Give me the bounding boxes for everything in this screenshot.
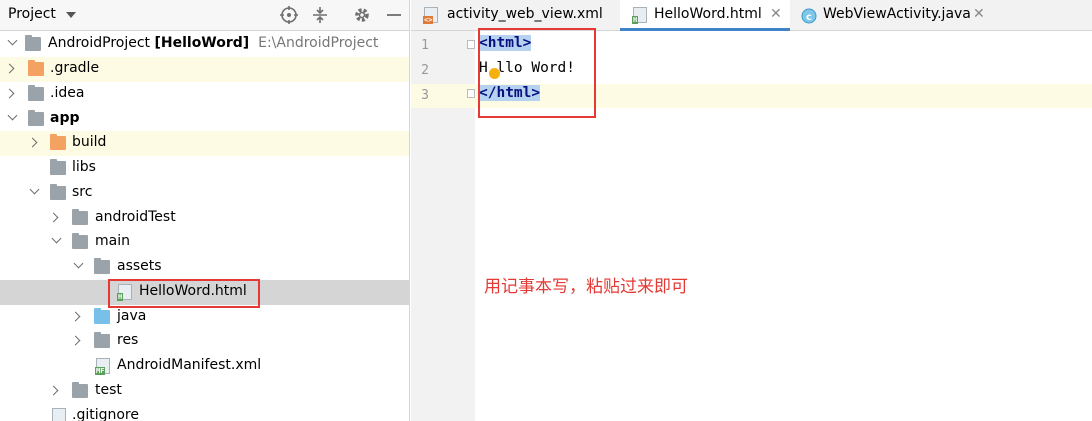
java-class-icon: c	[801, 8, 817, 24]
folder-icon	[72, 382, 88, 398]
line-number: 3	[421, 88, 429, 103]
annotation-text: 用记事本写，粘贴过来即可	[484, 277, 688, 297]
tab-label: HelloWord.html	[654, 6, 762, 22]
tree-item-androidmanifest[interactable]: MF AndroidManifest.xml	[0, 354, 409, 379]
tab-webviewactivity-java[interactable]: c WebViewActivity.java ✕	[793, 0, 993, 31]
code-highlight-box	[478, 28, 596, 118]
close-icon[interactable]: ✕	[973, 6, 985, 22]
tab-label: activity_web_view.xml	[447, 6, 603, 22]
tree-item-label: AndroidProject	[48, 35, 151, 51]
minimize-icon[interactable]	[384, 5, 404, 25]
file-highlight-box	[108, 279, 260, 308]
chevron-down-icon[interactable]	[7, 110, 18, 121]
editor-gutter: 1 2 3	[411, 31, 475, 421]
folder-icon	[28, 85, 44, 101]
tree-item-label: .idea	[50, 85, 85, 101]
tree-item-root[interactable]: AndroidProject [HelloWord] E:\AndroidPro…	[0, 32, 409, 57]
chevron-down-icon[interactable]	[66, 12, 76, 18]
tree-item-label: AndroidManifest.xml	[117, 357, 262, 373]
tab-label: WebViewActivity.java	[823, 6, 971, 22]
tree-item-idea[interactable]: .idea	[0, 82, 409, 107]
text-file-icon	[52, 408, 66, 421]
tab-helloword-html[interactable]: H HelloWord.html ✕	[620, 0, 790, 31]
xml-file-icon: <>	[423, 7, 438, 24]
tree-item-gitignore[interactable]: .gitignore	[0, 404, 409, 421]
module-folder-icon	[28, 110, 44, 126]
folder-icon	[50, 134, 66, 150]
folder-icon	[72, 209, 88, 225]
tree-item-label: res	[117, 332, 139, 348]
tree-item-label: app	[50, 110, 80, 126]
tab-activity-web-view-xml[interactable]: <> activity_web_view.xml	[411, 0, 616, 31]
project-path: E:\AndroidProject	[258, 35, 379, 51]
tree-item-gradle[interactable]: .gradle	[0, 57, 409, 82]
tree-item-label: libs	[72, 159, 96, 175]
locate-icon[interactable]	[279, 5, 299, 25]
module-folder-icon	[25, 35, 41, 51]
collapse-all-icon[interactable]	[310, 5, 330, 25]
tree-item-label: src	[72, 184, 93, 200]
close-icon[interactable]: ✕	[770, 6, 782, 22]
folder-icon	[50, 184, 66, 200]
fold-icon[interactable]	[467, 40, 475, 49]
chevron-right-icon[interactable]	[27, 137, 38, 148]
tree-item-res[interactable]: res	[0, 329, 409, 354]
tree-item-test[interactable]: test	[0, 379, 409, 404]
line-number: 2	[421, 63, 429, 78]
manifest-file-icon: MF	[95, 358, 110, 375]
tree-item-androidtest[interactable]: androidTest	[0, 206, 409, 231]
project-header: Project	[0, 0, 409, 31]
chevron-right-icon[interactable]	[48, 212, 59, 223]
tree-item-libs[interactable]: libs	[0, 156, 409, 181]
chevron-right-icon[interactable]	[4, 63, 15, 74]
tree-item-app[interactable]: app	[0, 107, 409, 132]
chevron-right-icon[interactable]	[70, 335, 81, 346]
chevron-down-icon[interactable]	[29, 184, 40, 195]
svg-text:c: c	[806, 12, 812, 23]
tree-item-label: build	[72, 134, 107, 150]
tree-item-label: androidTest	[95, 209, 176, 225]
folder-icon	[72, 233, 88, 249]
tree-item-java[interactable]: java	[0, 305, 409, 330]
chevron-down-icon[interactable]	[73, 258, 84, 269]
line-number: 1	[421, 38, 429, 53]
gear-icon[interactable]	[352, 5, 372, 25]
fold-icon[interactable]	[467, 89, 475, 98]
tree-item-label: java	[117, 308, 147, 324]
chevron-right-icon[interactable]	[70, 311, 81, 322]
tree-item-label: test	[95, 382, 122, 398]
html-file-icon: H	[632, 7, 647, 24]
project-panel: Project AndroidProject [HelloWord] E:\An…	[0, 0, 410, 421]
tree-item-label: main	[95, 233, 130, 249]
editor-tab-bar: <> activity_web_view.xml H HelloWord.htm…	[411, 0, 1092, 31]
tree-item-label: .gitignore	[72, 407, 139, 421]
folder-icon	[50, 159, 66, 175]
project-view-dropdown[interactable]: Project	[8, 6, 56, 22]
chevron-right-icon[interactable]	[48, 385, 59, 396]
source-folder-icon	[94, 308, 110, 324]
chevron-right-icon[interactable]	[4, 88, 15, 99]
tree-item-label: assets	[117, 258, 162, 274]
folder-icon	[28, 60, 44, 76]
chevron-down-icon[interactable]	[7, 35, 18, 46]
res-folder-icon	[94, 332, 110, 348]
assets-folder-icon	[94, 258, 110, 274]
tree-item-assets[interactable]: assets	[0, 255, 409, 280]
tree-item-label: .gradle	[50, 60, 100, 76]
chevron-down-icon[interactable]	[51, 233, 62, 244]
tree-item-build[interactable]: build	[0, 131, 409, 156]
project-name: [HelloWord]	[154, 35, 250, 51]
tree-item-main[interactable]: main	[0, 230, 409, 255]
tree-item-src[interactable]: src	[0, 181, 409, 206]
